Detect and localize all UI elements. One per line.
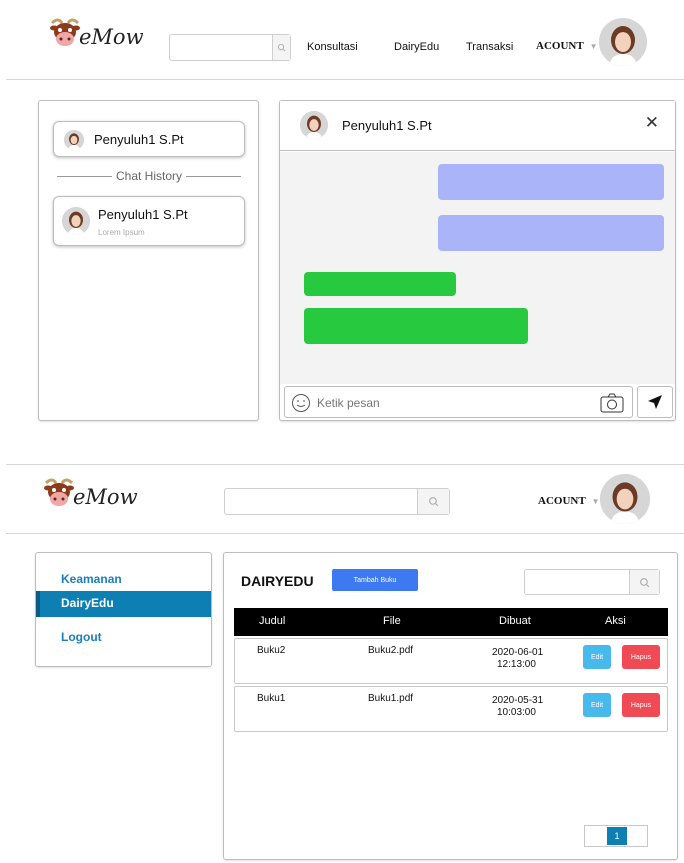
search-button[interactable] (417, 489, 449, 514)
delete-button[interactable]: Hapus (622, 645, 660, 669)
brand-logo[interactable]: eMow (48, 17, 144, 49)
history-item-preview: Lorem Ipsum (98, 228, 145, 237)
cell-file[interactable]: Buku1.pdf (368, 693, 413, 704)
account-avatar[interactable] (599, 18, 647, 66)
avatar (300, 111, 328, 139)
cow-head-icon (44, 478, 74, 506)
column-dibuat: Dibuat (499, 615, 531, 627)
cell-date: 2020-05-31 (492, 695, 544, 706)
pagination: 1 (584, 825, 648, 847)
edit-button[interactable]: Edit (583, 693, 611, 717)
search-icon (640, 577, 650, 587)
user-avatar-icon (599, 18, 647, 66)
column-judul: Judul (259, 615, 286, 627)
message-input[interactable] (317, 393, 577, 413)
chat-history-divider: Chat History (57, 169, 241, 183)
nav-konsultasi[interactable]: Konsultasi (307, 41, 358, 53)
history-item-name: Penyuluh1 S.Pt (98, 207, 188, 222)
brand-name: eMow (73, 485, 138, 509)
header-search[interactable] (224, 488, 450, 515)
admin-header: eMow ACOUNT ▼ (6, 464, 684, 534)
history-item[interactable]: Penyuluh1 S.Pt Lorem Ipsum (53, 196, 245, 246)
emoji-icon[interactable] (291, 393, 311, 413)
chevron-down-icon: ▼ (589, 41, 598, 51)
avatar (62, 207, 90, 235)
sidebar-item-logout[interactable]: Logout (61, 630, 102, 644)
delete-button[interactable]: Hapus (622, 693, 660, 717)
cow-head-icon (50, 18, 80, 46)
user-avatar-icon (600, 474, 650, 524)
chat-history-label: Chat History (115, 169, 183, 183)
search-icon (277, 43, 286, 52)
sidebar-item-label: DairyEdu (61, 596, 114, 610)
cell-judul: Buku1 (257, 693, 286, 704)
camera-icon[interactable] (600, 393, 624, 413)
search-input[interactable] (525, 570, 625, 594)
cell-time: 10:03:00 (497, 707, 536, 718)
account-menu[interactable]: ACOUNT ▼ (536, 40, 598, 52)
brand-name: eMow (79, 25, 144, 49)
page-title: DAIRYEDU (241, 573, 314, 589)
add-book-button[interactable]: Tambah Buku (332, 569, 418, 591)
page-button-current[interactable]: 1 (607, 827, 627, 845)
avatar (64, 130, 84, 150)
send-button[interactable] (637, 386, 673, 418)
chat-title: Penyuluh1 S.Pt (342, 118, 432, 133)
user-avatar-icon (62, 207, 90, 235)
table-search[interactable] (524, 569, 660, 595)
message-composer[interactable] (284, 386, 633, 418)
edit-button[interactable]: Edit (583, 645, 611, 669)
column-aksi: Aksi (605, 615, 626, 627)
contact-name: Penyuluh1 S.Pt (94, 132, 184, 147)
message-outgoing (438, 215, 664, 251)
search-button[interactable] (272, 35, 290, 60)
account-label: ACOUNT (536, 40, 584, 52)
sidebar-item-dairyedu[interactable]: DairyEdu (36, 591, 211, 617)
brand-logo[interactable]: eMow (42, 477, 138, 509)
header-search[interactable] (169, 34, 291, 61)
search-input[interactable] (225, 489, 415, 514)
sidebar-item-keamanan[interactable]: Keamanan (61, 572, 122, 586)
search-input[interactable] (170, 35, 266, 60)
cell-judul: Buku2 (257, 645, 286, 656)
admin-sidebar: Keamanan DairyEdu Logout (35, 552, 212, 667)
table-header: Judul File Dibuat Aksi (234, 608, 668, 636)
user-avatar-icon (300, 111, 328, 139)
cell-file[interactable]: Buku2.pdf (368, 645, 413, 656)
dairyedu-panel: DAIRYEDU Tambah Buku Judul File Dibuat A… (223, 552, 678, 860)
account-label: ACOUNT (538, 495, 586, 507)
nav-dairyedu[interactable]: DairyEdu (394, 41, 439, 53)
cell-time: 12:13:00 (497, 659, 536, 670)
message-incoming (304, 308, 528, 344)
current-contact-card[interactable]: Penyuluh1 S.Pt (53, 121, 245, 157)
message-outgoing (438, 164, 664, 200)
search-icon (429, 497, 439, 507)
user-avatar-icon (64, 130, 84, 150)
nav-transaksi[interactable]: Transaksi (466, 41, 513, 53)
chat-panel: Penyuluh1 S.Pt ✕ (279, 100, 676, 421)
close-icon[interactable]: ✕ (645, 113, 659, 133)
column-file: File (383, 615, 401, 627)
contacts-panel: Penyuluh1 S.Pt Chat History Penyuluh1 S.… (38, 100, 259, 421)
message-incoming (304, 272, 456, 296)
account-avatar[interactable] (600, 474, 650, 524)
top-header: eMow Konsultasi DairyEdu Transaksi ACOUN… (6, 0, 684, 80)
account-menu[interactable]: ACOUNT ▼ (538, 495, 600, 507)
send-icon (648, 395, 662, 409)
table-row: Buku1 Buku1.pdf 2020-05-31 10:03:00 Edit… (234, 686, 668, 732)
chevron-down-icon: ▼ (591, 496, 600, 506)
search-button[interactable] (629, 570, 659, 594)
chat-messages (280, 152, 675, 384)
table-row: Buku2 Buku2.pdf 2020-06-01 12:13:00 Edit… (234, 638, 668, 684)
cell-date: 2020-06-01 (492, 647, 544, 658)
chat-header: Penyuluh1 S.Pt ✕ (280, 101, 675, 151)
